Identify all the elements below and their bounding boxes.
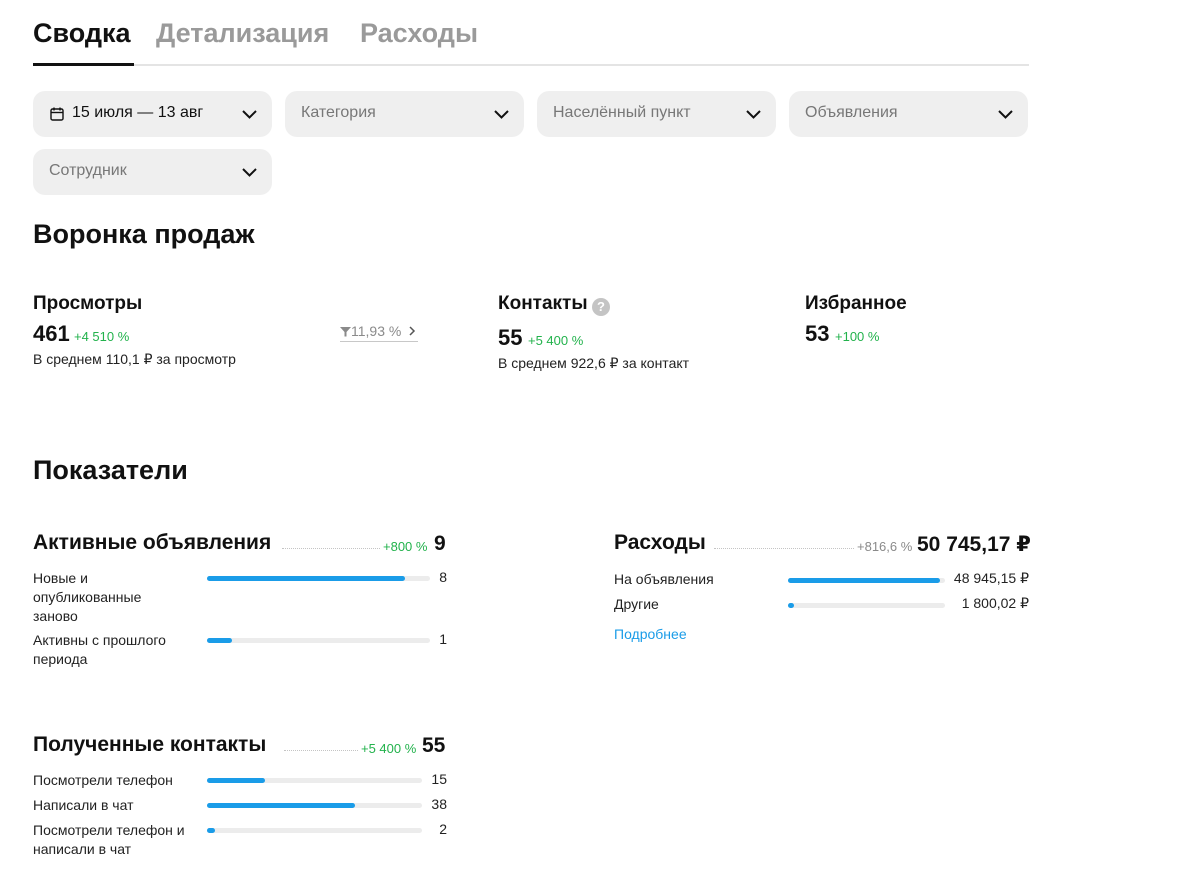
contacts-received-row-label: Посмотрели телефон и написали в чат bbox=[33, 822, 185, 857]
progress-track bbox=[788, 578, 945, 583]
active-ads-row-label: Активны с прошлого периода bbox=[33, 632, 166, 667]
chevron-right-icon bbox=[409, 326, 416, 336]
contacts-received-value: 55 bbox=[422, 734, 446, 757]
expenses-details-link[interactable]: Подробнее bbox=[614, 626, 687, 642]
contacts-received-row-label: Посмотрели телефон bbox=[33, 772, 173, 788]
progress-track bbox=[207, 803, 422, 808]
favorites-value: 53 bbox=[805, 321, 830, 346]
tab-details[interactable]: Детализация bbox=[156, 18, 329, 49]
views-delta: +4 510 % bbox=[74, 329, 130, 344]
chevron-down-icon bbox=[242, 168, 257, 177]
tab-summary[interactable]: Сводка bbox=[33, 18, 131, 49]
contacts-received-row-value: 15 bbox=[431, 771, 447, 787]
conversion-value: 11,93 % bbox=[351, 323, 402, 339]
leader-dots bbox=[284, 750, 358, 751]
employee-filter[interactable]: Сотрудник bbox=[33, 149, 272, 195]
progress-fill bbox=[207, 828, 215, 833]
contacts-delta: +5 400 % bbox=[528, 333, 584, 348]
progress-fill bbox=[207, 778, 265, 783]
expenses-row-label: На объявления bbox=[614, 571, 714, 587]
active-ads-row-value: 8 bbox=[439, 569, 447, 585]
progress-track bbox=[207, 576, 430, 581]
date-range-filter[interactable]: 15 июля — 13 авг bbox=[33, 91, 272, 137]
calendar-icon bbox=[50, 107, 64, 121]
expenses-row-label: Другие bbox=[614, 596, 659, 612]
indicators-heading: Показатели bbox=[33, 455, 188, 485]
contacts-received-row-value: 38 bbox=[431, 796, 447, 812]
contacts-received-row-label: Написали в чат bbox=[33, 797, 134, 813]
progress-fill bbox=[788, 603, 794, 608]
chevron-down-icon bbox=[242, 110, 257, 119]
contacts-received-delta: +5 400 % bbox=[361, 741, 417, 756]
active-tab-indicator bbox=[33, 63, 134, 66]
contacts-average: В среднем 922,6 ₽ за контакт bbox=[498, 355, 690, 371]
progress-track bbox=[207, 828, 422, 833]
category-filter[interactable]: Категория bbox=[285, 91, 524, 137]
city-filter[interactable]: Населённый пункт bbox=[537, 91, 776, 137]
expenses-delta: +816,6 % bbox=[857, 539, 913, 554]
favorites-delta: +100 % bbox=[835, 329, 880, 344]
expenses-value: 50 745,17 ₽ bbox=[917, 533, 1031, 556]
chevron-down-icon bbox=[494, 110, 509, 119]
active-ads-delta: +800 % bbox=[383, 539, 428, 554]
city-placeholder: Населённый пункт bbox=[553, 104, 691, 121]
category-placeholder: Категория bbox=[301, 104, 376, 121]
active-ads-value: 9 bbox=[434, 532, 446, 555]
contacts-value: 55 bbox=[498, 325, 523, 350]
progress-track bbox=[207, 638, 430, 643]
views-conversion-link[interactable]: 11,93 % bbox=[340, 323, 418, 342]
tab-expenses[interactable]: Расходы bbox=[360, 18, 478, 49]
ads-placeholder: Объявления bbox=[805, 104, 898, 121]
funnel-heading: Воронка продаж bbox=[33, 219, 255, 249]
tab-bar: Сводка Детализация Расходы bbox=[33, 14, 1029, 66]
expenses-title: Расходы bbox=[614, 531, 706, 554]
views-value: 461 bbox=[33, 321, 70, 346]
date-range-value: 15 июля — 13 авг bbox=[72, 104, 204, 121]
contacts-received-row-value: 2 bbox=[439, 821, 447, 837]
chevron-down-icon bbox=[998, 110, 1013, 119]
progress-fill bbox=[207, 638, 232, 643]
views-title: Просмотры bbox=[33, 293, 143, 314]
leader-dots bbox=[714, 548, 854, 549]
contacts-received-title: Полученные контакты bbox=[33, 733, 267, 756]
help-circle-icon[interactable]: ? bbox=[592, 298, 610, 316]
progress-fill bbox=[788, 578, 940, 583]
leader-dots bbox=[282, 548, 380, 549]
ads-filter[interactable]: Объявления bbox=[789, 91, 1028, 137]
progress-fill bbox=[207, 803, 355, 808]
progress-track bbox=[207, 778, 422, 783]
expenses-row-value: 48 945,15 ₽ bbox=[953, 570, 1029, 586]
active-ads-row-value: 1 bbox=[439, 631, 447, 647]
contacts-title: Контакты bbox=[498, 293, 588, 314]
active-ads-title: Активные объявления bbox=[33, 531, 272, 554]
chevron-down-icon bbox=[746, 110, 761, 119]
favorites-title: Избранное bbox=[805, 293, 907, 314]
funnel-icon bbox=[340, 327, 351, 337]
expenses-row-value: 1 800,02 ₽ bbox=[961, 595, 1029, 611]
progress-fill bbox=[207, 576, 405, 581]
views-average: В среднем 110,1 ₽ за просмотр bbox=[33, 351, 236, 367]
active-ads-row-label: Новые и опубликованные заново bbox=[33, 570, 142, 624]
employee-placeholder: Сотрудник bbox=[49, 162, 127, 179]
progress-track bbox=[788, 603, 945, 608]
